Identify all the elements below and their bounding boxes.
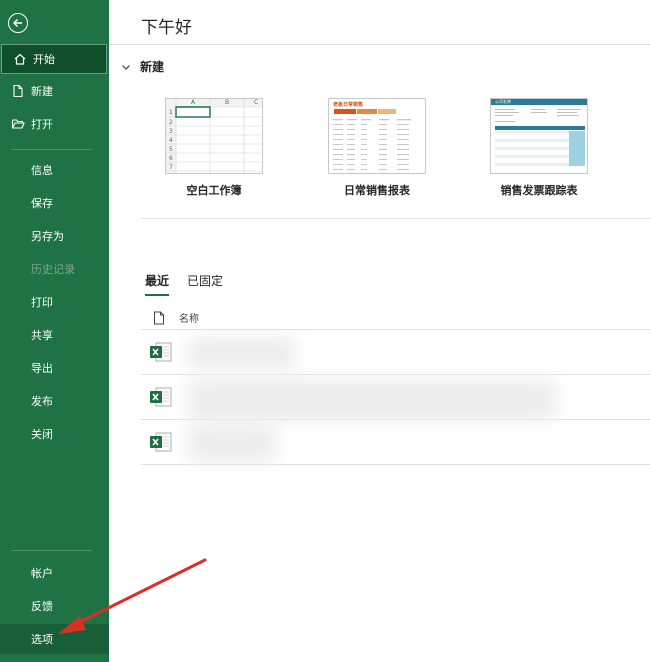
sidebar-item-feedback[interactable]: 反馈 (0, 591, 109, 621)
sidebar-item-label: 保存 (31, 197, 53, 210)
divider (141, 218, 650, 219)
sidebar: 开始 新建 打开 信息 保存 另存为 历史记录 打印 共享 导出 发布 关闭 帐… (0, 0, 109, 662)
redacted-filename (187, 380, 557, 420)
main-panel: 下午好 新建 A B C 1 2 3 4 5 6 7 空白工作簿 老板日常销售 … (109, 0, 650, 662)
tab-recent[interactable]: 最近 (145, 272, 170, 296)
thumb-col-label: B (225, 99, 230, 106)
template-name: 日常销售报表 (344, 184, 410, 197)
sidebar-item-label: 新建 (31, 85, 53, 98)
sidebar-item-share[interactable]: 共享 (0, 320, 109, 350)
excel-file-icon (150, 387, 172, 407)
column-name-header[interactable]: 名称 (179, 310, 199, 325)
new-section-toggle[interactable]: 新建 (121, 58, 164, 75)
back-icon[interactable] (8, 13, 28, 33)
sidebar-item-account[interactable]: 帐户 (0, 558, 109, 588)
sidebar-item-label: 发布 (31, 395, 53, 408)
sidebar-item-history: 历史记录 (0, 254, 109, 284)
sidebar-item-label: 帐户 (31, 567, 53, 580)
spreadsheet-grid-icon (166, 99, 262, 173)
template-name: 销售发票跟踪表 (500, 184, 578, 197)
sidebar-item-open[interactable]: 打开 (0, 109, 109, 139)
divider (109, 44, 650, 45)
sidebar-item-label: 打开 (31, 118, 53, 131)
sidebar-item-label: 导出 (31, 362, 53, 375)
thumb-title: 公司名称 (495, 99, 511, 104)
invoice-table-preview (491, 99, 587, 166)
sidebar-item-options[interactable]: 选项 (0, 624, 109, 654)
invoice-tracker-thumbnail: 公司名称 (490, 98, 588, 174)
excel-backstage: 开始 新建 打开 信息 保存 另存为 历史记录 打印 共享 导出 发布 关闭 帐… (0, 0, 650, 662)
file-tabs: 最近 已固定 (145, 272, 241, 296)
thumb-row-label: 3 (169, 128, 173, 135)
thumb-title: 老板日常销售 (333, 102, 364, 108)
sidebar-item-label: 反馈 (31, 600, 53, 613)
tab-pinned[interactable]: 已固定 (187, 272, 223, 296)
thumb-row-label: 6 (169, 155, 173, 162)
sidebar-item-save-as[interactable]: 另存为 (0, 221, 109, 251)
sidebar-item-label: 信息 (31, 164, 53, 177)
sidebar-item-label: 另存为 (31, 230, 64, 243)
thumb-col-label: A (191, 99, 196, 106)
chevron-down-icon (122, 64, 130, 70)
new-document-icon (13, 84, 23, 98)
sidebar-divider (11, 149, 92, 150)
sidebar-item-label: 关闭 (31, 428, 53, 441)
sidebar-item-label: 打印 (31, 296, 53, 309)
greeting-title: 下午好 (141, 18, 192, 38)
sidebar-item-label: 历史记录 (31, 263, 75, 276)
sidebar-item-home[interactable]: 开始 (1, 44, 107, 74)
thumb-col-label: C (254, 99, 259, 106)
template-invoice-tracker[interactable]: 公司名称 销售发票跟踪表 (490, 98, 588, 198)
excel-file-icon (150, 432, 172, 452)
thumb-row-label: 5 (169, 146, 173, 153)
template-name: 空白工作簿 (186, 184, 242, 197)
sidebar-item-info[interactable]: 信息 (0, 155, 109, 185)
sales-report-thumbnail: 老板日常销售 (328, 98, 426, 174)
sidebar-item-label: 开始 (33, 53, 55, 66)
template-blank-workbook[interactable]: A B C 1 2 3 4 5 6 7 空白工作簿 (165, 98, 263, 198)
sidebar-item-label: 选项 (31, 633, 53, 646)
thumb-row-label: 2 (169, 119, 173, 126)
blank-workbook-thumbnail: A B C 1 2 3 4 5 6 7 (165, 98, 263, 174)
excel-file-icon (150, 342, 172, 362)
thumb-row-label: 1 (169, 109, 173, 116)
sidebar-item-print[interactable]: 打印 (0, 287, 109, 317)
sidebar-item-export[interactable]: 导出 (0, 353, 109, 383)
sidebar-item-publish[interactable]: 发布 (0, 386, 109, 416)
new-section-label: 新建 (140, 60, 165, 74)
sidebar-item-label: 共享 (31, 329, 53, 342)
sidebar-item-new[interactable]: 新建 (0, 76, 109, 106)
sales-table-preview (333, 109, 411, 170)
redacted-filename (187, 338, 297, 368)
document-icon (154, 311, 164, 324)
home-icon (14, 53, 26, 65)
sidebar-item-close[interactable]: 关闭 (0, 419, 109, 449)
redacted-filename (187, 425, 277, 461)
folder-open-icon (11, 119, 25, 129)
file-list-header: 名称 (141, 306, 650, 330)
sidebar-item-save[interactable]: 保存 (0, 188, 109, 218)
sidebar-divider (11, 550, 92, 551)
template-daily-sales-report[interactable]: 老板日常销售 日常销售报表 (328, 98, 426, 198)
thumb-row-label: 7 (169, 164, 173, 171)
thumb-row-label: 4 (169, 137, 173, 144)
